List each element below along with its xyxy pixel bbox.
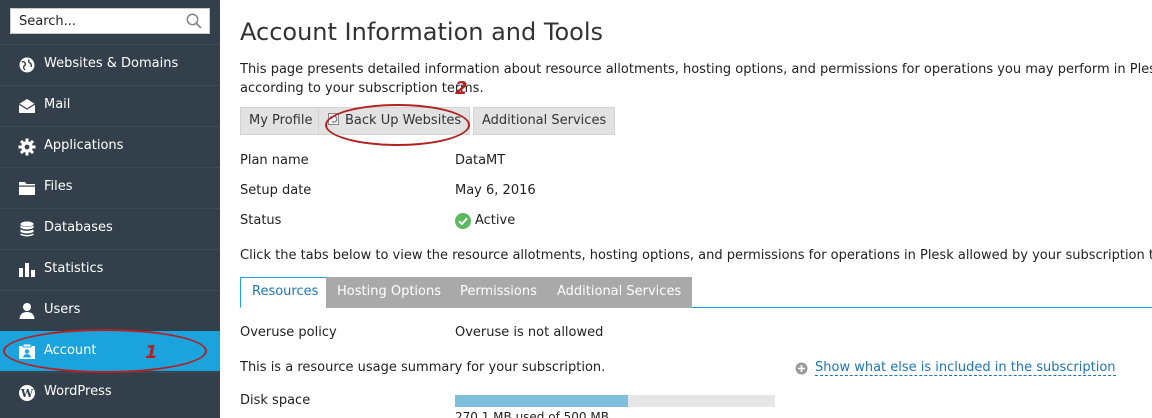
page-title: Account Information and Tools bbox=[240, 18, 603, 46]
sidebar-item-label: Statistics bbox=[44, 261, 104, 276]
annotation-number-1: 1 bbox=[145, 342, 158, 363]
sidebar-item-websites-domains[interactable]: Websites & Domains bbox=[0, 44, 220, 84]
sidebar-item-statistics[interactable]: Statistics bbox=[0, 249, 220, 289]
sidebar-item-wordpress[interactable]: W WordPress bbox=[0, 372, 220, 412]
show-included-link[interactable]: Show what else is included in the subscr… bbox=[815, 360, 1116, 376]
my-profile-button[interactable]: My Profile bbox=[240, 107, 322, 135]
status-value: Active bbox=[475, 213, 516, 228]
disk-space-progress-fill bbox=[455, 395, 628, 407]
search-input[interactable] bbox=[11, 9, 181, 33]
sidebar-item-label: Users bbox=[44, 302, 81, 317]
sidebar-item-label: Mail bbox=[44, 97, 71, 112]
annotation-number-2: 2 bbox=[455, 78, 468, 99]
sidebar-item-label: WordPress bbox=[44, 384, 112, 399]
status-label: Status bbox=[240, 213, 282, 228]
overuse-policy-value: Overuse is not allowed bbox=[455, 325, 604, 340]
sidebar-item-databases[interactable]: Databases bbox=[0, 208, 220, 248]
account-icon bbox=[19, 343, 35, 359]
sidebar-item-label: Account bbox=[44, 343, 97, 358]
intro-text: This page presents detailed information … bbox=[240, 62, 1152, 96]
tabs-intro-text: Click the tabs below to view the resourc… bbox=[240, 248, 1152, 263]
sidebar: Websites & Domains Mail Applications Fil… bbox=[0, 0, 220, 418]
disk-space-usage-text: 270.1 MB used of 500 MB bbox=[455, 410, 609, 418]
overuse-policy-label: Overuse policy bbox=[240, 325, 337, 340]
plan-name-label: Plan name bbox=[240, 153, 309, 168]
disk-space-label: Disk space bbox=[240, 393, 311, 408]
backup-icon bbox=[328, 113, 339, 125]
sidebar-item-label: Websites & Domains bbox=[44, 56, 179, 71]
main-content: Account Information and Tools This page … bbox=[220, 0, 1152, 418]
sidebar-item-files[interactable]: Files bbox=[0, 167, 220, 207]
sidebar-item-users[interactable]: Users bbox=[0, 290, 220, 330]
folder-icon bbox=[19, 182, 35, 195]
sidebar-item-applications[interactable]: Applications bbox=[0, 126, 220, 166]
sidebar-item-label: Databases bbox=[44, 220, 113, 235]
sidebar-item-label: Applications bbox=[44, 138, 124, 153]
search-box[interactable] bbox=[10, 8, 210, 34]
disk-space-progress bbox=[455, 395, 775, 407]
sidebar-item-account[interactable]: Account bbox=[0, 331, 220, 371]
back-up-websites-button[interactable]: Back Up Websites bbox=[318, 107, 471, 135]
additional-services-button[interactable]: Additional Services bbox=[473, 107, 616, 135]
tab-resources[interactable]: Resources bbox=[240, 277, 331, 308]
tab-hosting-options[interactable]: Hosting Options bbox=[326, 277, 452, 308]
setup-date-label: Setup date bbox=[240, 183, 312, 198]
database-icon bbox=[20, 221, 34, 237]
user-icon bbox=[19, 303, 35, 319]
setup-date-value: May 6, 2016 bbox=[455, 183, 536, 198]
tab-additional-services[interactable]: Additional Services bbox=[546, 277, 693, 308]
plus-circle-icon[interactable] bbox=[795, 362, 808, 375]
usage-summary-text: This is a resource usage summary for you… bbox=[240, 360, 606, 375]
wordpress-icon: W bbox=[19, 385, 35, 401]
mail-icon bbox=[18, 99, 36, 113]
svg-text:W: W bbox=[20, 387, 34, 400]
plan-name-value: DataMT bbox=[455, 153, 506, 168]
check-circle-icon bbox=[455, 213, 471, 229]
search-icon[interactable] bbox=[185, 12, 203, 30]
tab-permissions[interactable]: Permissions bbox=[449, 277, 548, 308]
globe-icon bbox=[19, 57, 35, 73]
sidebar-item-mail[interactable]: Mail bbox=[0, 85, 220, 125]
sidebar-item-label: Files bbox=[44, 179, 73, 194]
gear-icon bbox=[18, 138, 36, 156]
bar-chart-icon bbox=[19, 263, 35, 277]
